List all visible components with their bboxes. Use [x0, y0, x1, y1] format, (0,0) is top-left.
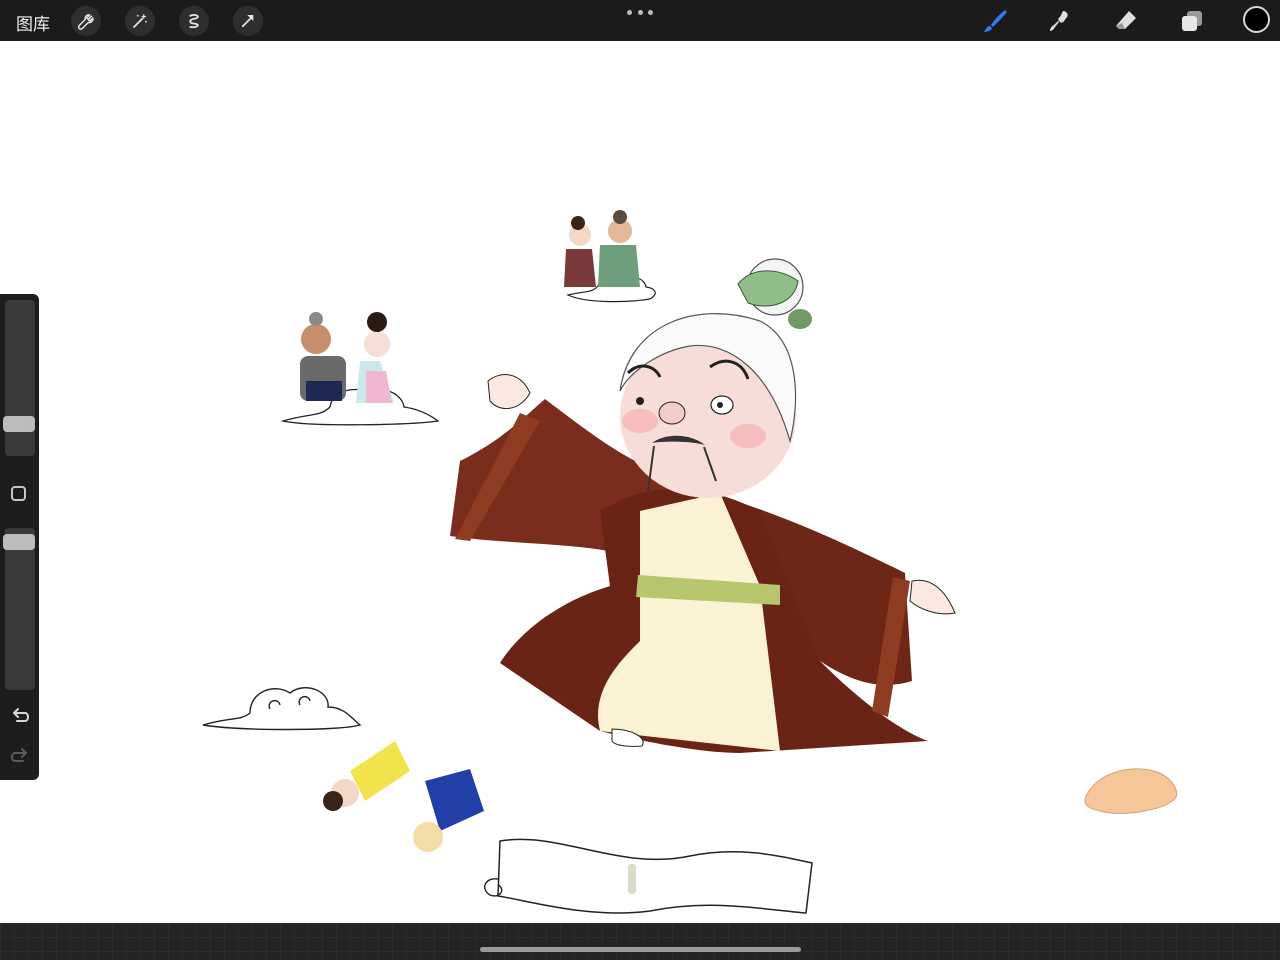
color-picker-swatch[interactable]: [1243, 6, 1270, 33]
more-options-icon[interactable]: [627, 8, 653, 16]
brush-opacity-slider[interactable]: [5, 528, 35, 690]
bottom-bar: [0, 923, 1280, 960]
top-toolbar: 图库: [0, 0, 1280, 41]
eraser-icon[interactable]: [1111, 6, 1141, 36]
layers-icon[interactable]: [1177, 6, 1207, 36]
brush-size-slider[interactable]: [5, 300, 35, 456]
transform-icon[interactable]: [233, 6, 263, 36]
gallery-button[interactable]: 图库: [16, 10, 50, 35]
small-figures-upper: [300, 312, 394, 403]
cloud-left: [202, 687, 362, 731]
undo-icon[interactable]: [9, 705, 31, 727]
artwork: [202, 210, 1178, 914]
redo-icon[interactable]: [9, 745, 31, 767]
modify-button[interactable]: [11, 486, 26, 501]
brush-sidebar: [0, 294, 39, 780]
scroll-drawing: [484, 838, 813, 914]
brush-opacity-handle[interactable]: [3, 534, 35, 550]
cat-drawing: [1084, 768, 1178, 814]
brush-size-handle[interactable]: [3, 416, 35, 432]
lying-children: [323, 741, 484, 852]
magic-wand-icon[interactable]: [125, 6, 155, 36]
brush-icon[interactable]: [980, 6, 1010, 36]
home-indicator[interactable]: [480, 947, 801, 952]
smudge-icon[interactable]: [1045, 6, 1075, 36]
wrench-icon[interactable]: [71, 6, 101, 36]
selection-icon[interactable]: [179, 6, 209, 36]
drawing-canvas[interactable]: [0, 41, 1280, 923]
small-figures-top: [564, 210, 640, 287]
